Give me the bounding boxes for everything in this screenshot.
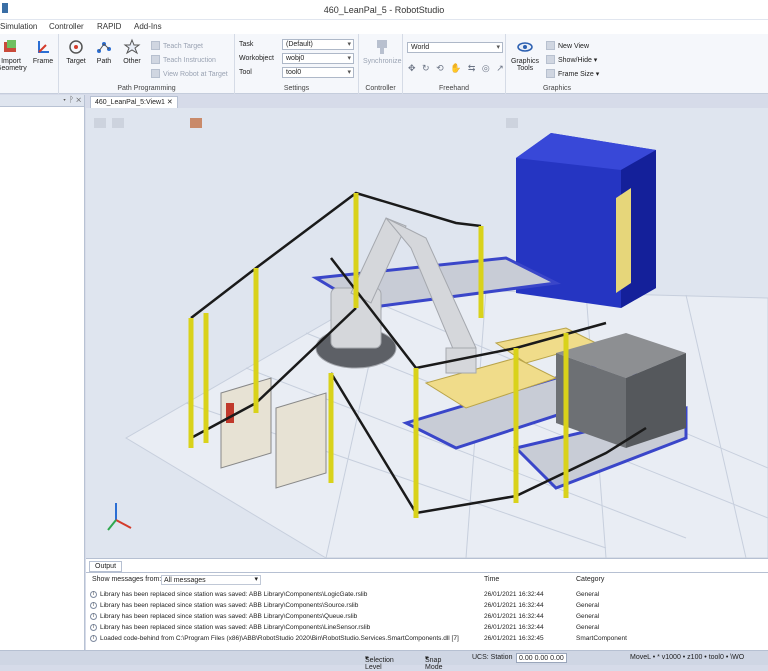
col-header-time[interactable]: Time	[484, 576, 499, 583]
menu-bar: Simulation Controller RAPID Add-Ins	[0, 20, 768, 34]
message-row[interactable]: i Library has been replaced since statio…	[86, 612, 768, 622]
message-row[interactable]: i Library has been replaced since statio…	[86, 601, 768, 611]
menu-simulation[interactable]: Simulation	[0, 22, 37, 31]
tool-combo[interactable]: tool0	[282, 67, 354, 78]
path-icon	[97, 42, 111, 53]
group-label-path-programming: Path Programming	[117, 85, 176, 92]
import-geometry-icon	[4, 40, 16, 52]
path-label: Path	[96, 58, 112, 65]
group-label-freehand: Freehand	[439, 85, 469, 92]
tab-close-icon[interactable]: ✕	[167, 99, 173, 106]
ribbon: Import Geometry Frame Target Path Other …	[0, 34, 768, 94]
graphics-tools-button[interactable]: Graphics Tools	[508, 38, 542, 72]
new-view-icon	[546, 41, 555, 50]
new-view-button[interactable]: New View	[546, 41, 589, 50]
target-label: Target	[66, 58, 86, 65]
menu-rapid[interactable]: RAPID	[97, 22, 121, 31]
teach-target-icon	[151, 41, 160, 50]
show-hide-icon	[546, 55, 555, 64]
eye-icon	[517, 42, 533, 52]
synchronize-button[interactable]: Synchronize	[363, 38, 402, 65]
teach-target-button[interactable]: Teach Target	[151, 41, 203, 50]
panel-header: ▾ ᚹ ✕	[0, 95, 84, 107]
view-tab-bar: 460_LeanPal_5:View1 ✕	[86, 95, 768, 108]
info-icon: i	[90, 602, 97, 609]
freehand-tools-icon[interactable]: ✥ ↻ ⟲ ✋ ⇆ ◎ ↗	[408, 63, 506, 74]
menu-controller[interactable]: Controller	[49, 22, 84, 31]
title-bar: 460_LeanPal_5 - RobotStudio	[0, 0, 768, 20]
view-robot-icon	[151, 69, 160, 78]
group-label-settings: Settings	[283, 85, 310, 92]
tab-output[interactable]: Output	[89, 561, 123, 572]
close-icon[interactable]: ✕	[76, 95, 81, 104]
target-button[interactable]: Target	[61, 38, 91, 65]
ribbon-group-path-programming: Target Path Other Teach Target Teach Ins…	[59, 34, 235, 94]
view-robot-at-target-button[interactable]: View Robot at Target	[151, 69, 228, 78]
frame-button[interactable]: Frame	[29, 38, 57, 65]
menu-add-ins[interactable]: Add-Ins	[134, 22, 162, 31]
task-combo[interactable]: (Default)	[282, 39, 354, 50]
col-header-category[interactable]: Category	[576, 576, 604, 583]
output-panel: Output Show messages from: All messages …	[86, 558, 768, 650]
ribbon-group-freehand: World ✥ ↻ ⟲ ✋ ⇆ ◎ ↗ Freehand	[403, 34, 506, 94]
output-divider	[86, 572, 768, 573]
left-browser-panel: ▾ ᚹ ✕	[0, 95, 85, 650]
frame-size-icon	[546, 69, 555, 78]
ribbon-group-controller: Synchronize Controller	[359, 34, 403, 94]
filter-label: Show messages from:	[92, 576, 162, 583]
synchronize-icon	[377, 40, 387, 54]
view-toolbar-icons[interactable]	[94, 118, 518, 128]
3d-viewport[interactable]	[86, 108, 768, 558]
freehand-reference-combo[interactable]: World	[407, 42, 503, 53]
show-hide-button[interactable]: Show/Hide ▾	[546, 55, 597, 64]
info-icon: i	[90, 635, 97, 642]
info-icon: i	[90, 591, 97, 598]
frame-icon	[38, 41, 49, 53]
snap-mode-dropdown[interactable]: Snap Mode ▾	[425, 654, 443, 671]
ucs-label: UCS: Station	[472, 654, 513, 661]
coordinates-readout: 0.00 0.00 0.00	[516, 653, 567, 663]
task-label: Task	[239, 41, 254, 48]
message-row[interactable]: i Loaded code-behind from C:\Program Fil…	[86, 634, 768, 644]
info-icon: i	[90, 613, 97, 620]
tab-view1[interactable]: 460_LeanPal_5:View1 ✕	[90, 96, 178, 108]
import-geometry-button[interactable]: Import Geometry	[0, 38, 27, 72]
import-geometry-label: Import Geometry	[0, 58, 27, 72]
path-button[interactable]: Path	[89, 38, 119, 65]
ribbon-group-graphics: Graphics Tools New View Show/Hide ▾ Fram…	[506, 34, 608, 94]
status-bar: Selection Level ▾ Snap Mode ▾ UCS: Stati…	[0, 650, 768, 671]
station-scene	[94, 118, 768, 558]
window-title: 460_LeanPal_5 - RobotStudio	[323, 5, 445, 15]
workobject-combo[interactable]: wobj0	[282, 53, 354, 64]
group-label-graphics: Graphics	[542, 85, 571, 92]
other-label: Other	[123, 58, 141, 65]
frame-size-button[interactable]: Frame Size ▾	[546, 69, 599, 78]
axis-gizmo	[107, 503, 132, 531]
target-icon	[69, 40, 83, 54]
group-label-controller: Controller	[365, 85, 396, 92]
other-icon	[123, 38, 141, 55]
ribbon-group-build: Import Geometry Frame	[0, 34, 59, 94]
workobject-label: Workobject	[239, 55, 274, 62]
move-instruction-template[interactable]: MoveL • * v1000 • z100 • tool0 • \WO	[630, 654, 744, 661]
message-row[interactable]: i Library has been replaced since statio…	[86, 590, 768, 600]
other-button[interactable]: Other	[117, 38, 147, 65]
tool-label: Tool	[239, 69, 252, 76]
filter-combo[interactable]: All messages	[161, 575, 261, 585]
frame-label: Frame	[32, 58, 54, 65]
message-row[interactable]: i Library has been replaced since statio…	[86, 623, 768, 633]
selection-level-dropdown[interactable]: Selection Level ▾	[365, 654, 394, 671]
ribbon-group-settings: Task (Default) Workobject wobj0 Tool too…	[235, 34, 359, 94]
pin-icon[interactable]: ▾ ᚹ	[62, 95, 74, 104]
teach-instruction-button[interactable]: Teach Instruction	[151, 55, 216, 64]
info-icon: i	[90, 624, 97, 631]
teach-instruction-icon	[151, 55, 160, 64]
